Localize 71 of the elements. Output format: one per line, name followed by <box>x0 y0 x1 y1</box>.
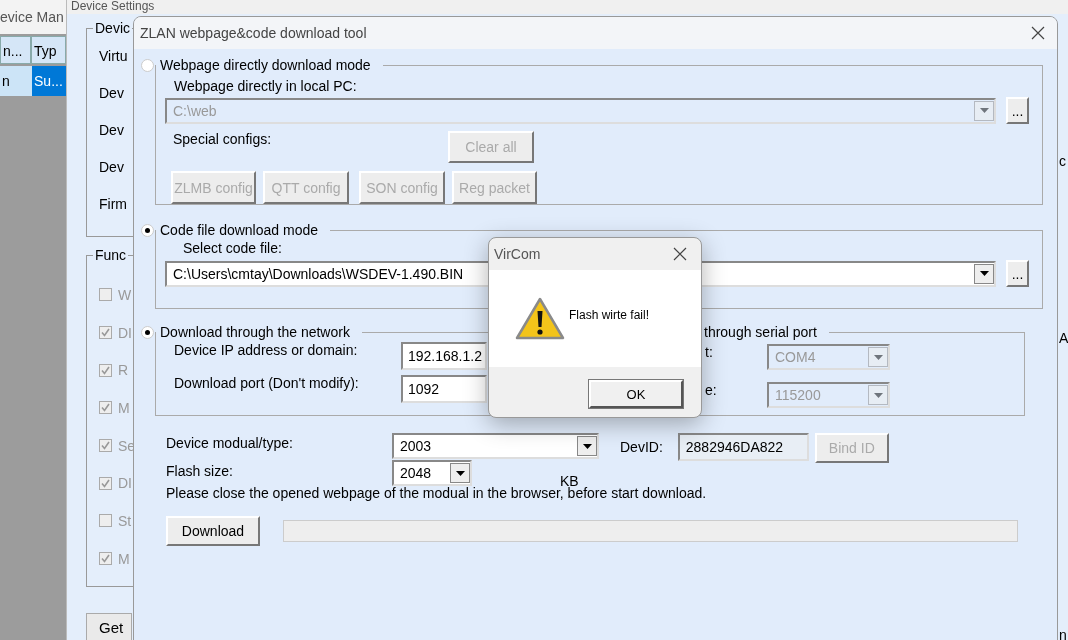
field-label: Flash size: <box>166 463 234 479</box>
field-label: Dev <box>99 84 124 103</box>
browse-button[interactable]: ... <box>1006 260 1029 287</box>
message-text: Flash wirte fail! <box>569 307 650 322</box>
field-label: t: <box>705 344 714 360</box>
download-button[interactable]: Download <box>166 516 260 546</box>
group-title: Code file download mode <box>160 222 318 238</box>
caret-icon <box>455 470 465 476</box>
checkbox[interactable] <box>99 363 112 377</box>
field-label: Firm <box>99 195 127 214</box>
browse-button[interactable]: ... <box>1006 97 1029 124</box>
checkbox[interactable] <box>99 439 112 453</box>
column-header[interactable]: Typ <box>31 36 66 64</box>
field-label: Device IP address or domain: <box>174 342 359 358</box>
text-fragment: n <box>1059 627 1067 640</box>
devid-field[interactable]: 2882946DA822 <box>677 433 809 461</box>
group-title: Func <box>93 247 129 263</box>
window-title: Device Settings <box>67 0 1068 14</box>
radio-button[interactable] <box>141 325 154 339</box>
module-dropdown[interactable]: 2003 <box>392 433 599 459</box>
checkbox[interactable] <box>99 326 112 340</box>
window-title: evice Man <box>0 0 66 34</box>
field-label: e: <box>705 382 718 398</box>
field-label: Download port (Don't modify): <box>174 375 360 391</box>
checkbox[interactable] <box>99 288 112 302</box>
checkbox-label: DI <box>118 324 132 341</box>
field-label: Special configs: <box>173 131 273 147</box>
checkbox[interactable] <box>99 401 112 415</box>
checkbox-label: R <box>118 362 129 379</box>
group-title: Webpage directly download mode <box>160 57 371 73</box>
ok-button[interactable]: OK <box>589 380 683 408</box>
checkbox-label: M <box>118 550 130 567</box>
field-label: Select code file: <box>183 240 282 256</box>
field-label: Virtu <box>99 47 128 66</box>
caret-icon <box>582 443 592 449</box>
table-cell[interactable]: Su... <box>32 66 66 96</box>
caret-icon <box>979 271 989 276</box>
caret-icon <box>873 354 883 360</box>
checkbox-label: St <box>118 512 132 529</box>
warning-icon <box>515 296 565 341</box>
window-title: ZLAN webpage&code download tool <box>140 25 367 41</box>
checkbox[interactable] <box>99 552 112 566</box>
window-title: VirCom <box>494 246 541 262</box>
close-icon <box>1031 26 1045 40</box>
radio-button[interactable] <box>141 58 154 72</box>
text-fragment: A <box>1059 330 1068 346</box>
close-icon <box>673 247 687 261</box>
group-title: Download through the network <box>160 324 350 340</box>
text-fragment: c <box>1059 153 1066 169</box>
column-header[interactable]: n... <box>0 36 31 64</box>
checkbox-label: M <box>118 399 130 416</box>
group-title: through serial port <box>704 324 817 340</box>
note-text: Please close the opened webpage of the modual in the browser, before start download. <box>166 485 708 501</box>
get-button[interactable]: Get <box>86 612 132 640</box>
checkbox-label: DI <box>118 475 132 492</box>
caret-icon <box>873 392 883 398</box>
checkbox-label: W <box>118 286 132 303</box>
checkbox[interactable] <box>99 514 112 528</box>
checkbox[interactable] <box>99 476 112 490</box>
radio-button[interactable] <box>141 223 154 237</box>
field-label: DevID: <box>620 439 663 455</box>
field-label: Webpage directly in local PC: <box>174 78 357 94</box>
ip-field[interactable]: 192.168.1.2 <box>401 342 487 370</box>
flash-size-dropdown[interactable]: 2048 <box>392 460 472 486</box>
table-cell[interactable]: n <box>0 66 33 96</box>
field-label: Dev <box>99 158 124 177</box>
caret-icon <box>979 108 989 113</box>
port-field[interactable]: 1092 <box>401 375 487 403</box>
group-title: Devic <box>93 20 132 36</box>
field-label: Dev <box>99 121 124 140</box>
field-label: Device modual/type: <box>166 435 294 451</box>
